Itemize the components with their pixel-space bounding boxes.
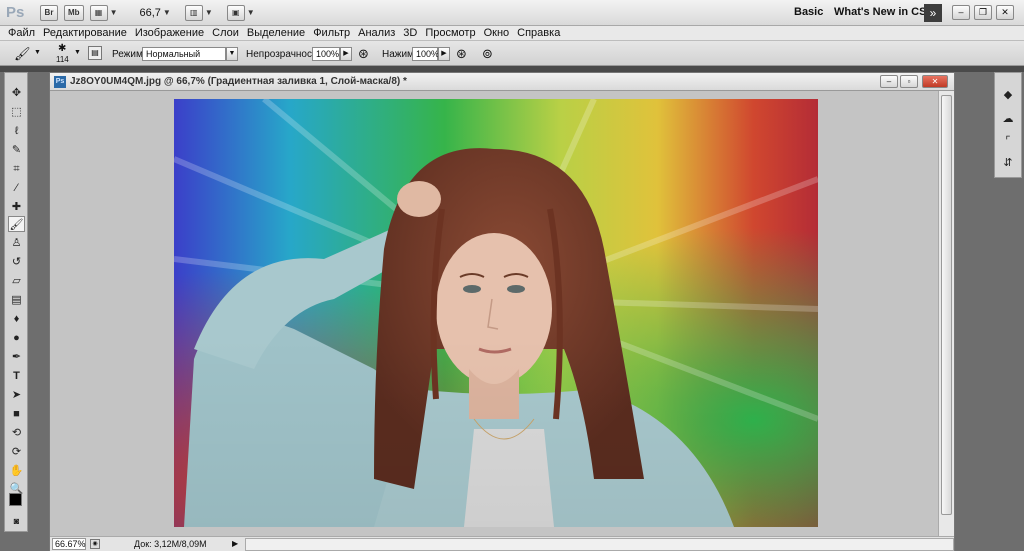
menu-3d[interactable]: 3D [403, 27, 417, 39]
move-tool-icon[interactable]: ✥ [8, 85, 25, 101]
brush-preview-icon[interactable]: ✱ [58, 43, 66, 54]
document-window: Ps Jz8OY0UM4QM.jpg @ 66,7% (Градиентная … [49, 72, 955, 551]
healing-tool-icon[interactable]: ✚ [8, 199, 25, 215]
status-doc-size: Док: 3,12M/8,09M [134, 539, 207, 549]
document-title-bar[interactable]: Ps Jz8OY0UM4QM.jpg @ 66,7% (Градиентная … [50, 73, 954, 91]
opacity-slider-arrow-icon[interactable]: ▶ [340, 47, 352, 61]
mini-bridge-button[interactable]: Mb [64, 4, 84, 21]
mode-label: Режим: [112, 49, 146, 60]
menu-select[interactable]: Выделение [247, 27, 305, 39]
menu-layers[interactable]: Слои [212, 27, 239, 39]
flow-input[interactable]: 100% [412, 47, 439, 61]
quick-select-tool-icon[interactable]: ✎ [8, 142, 25, 158]
tablet-pressure-size-icon[interactable]: ⊚ [482, 46, 493, 62]
marquee-tool-icon[interactable]: ⬚ [8, 104, 25, 120]
workspace-whats-new[interactable]: What's New in CS5 [834, 6, 933, 18]
menu-bar: Файл Редактирование Изображение Слои Выд… [0, 26, 1024, 40]
status-settings-icon[interactable]: ◉ [90, 539, 100, 549]
document-image [174, 99, 818, 527]
quick-mask-icon[interactable]: ◙ [8, 513, 25, 529]
document-title: Jz8OY0UM4QM.jpg @ 66,7% (Градиентная зал… [70, 76, 407, 87]
flow-slider-arrow-icon[interactable]: ▶ [438, 47, 450, 61]
path-select-tool-icon[interactable]: ➤ [8, 387, 25, 403]
blur-tool-icon[interactable]: ♦ [8, 311, 25, 327]
dodge-tool-icon[interactable]: ● [8, 330, 25, 346]
opacity-input[interactable]: 100% [312, 47, 340, 61]
menu-edit[interactable]: Редактирование [43, 27, 127, 39]
pen-tool-icon[interactable]: ✒ [8, 349, 25, 365]
doc-maximize-button[interactable]: ▫ [900, 75, 918, 88]
brush-panel-toggle-icon[interactable]: ▤ [88, 46, 102, 60]
document-ps-icon: Ps [54, 76, 66, 88]
restore-button[interactable]: ❐ [974, 5, 992, 20]
3d-camera-icon[interactable]: ⌜ [1000, 133, 1016, 149]
chevron-down-icon[interactable]: ▼ [74, 49, 81, 56]
tools-panel: ✥ ⬚ ℓ ✎ ⌗ ⁄ ✚ 🖌 ♙ ↺ ▱ ▤ ♦ ● ✒ T ➤ ■ ⟲ ⟳ … [4, 72, 28, 532]
brush-tool-icon[interactable]: 🖌 [8, 216, 25, 232]
zoom-level[interactable]: 66,7 [139, 7, 160, 19]
history-brush-tool-icon[interactable]: ↺ [8, 254, 25, 270]
chevron-down-icon[interactable]: ▼ [226, 47, 238, 61]
status-zoom-field[interactable]: 66.67% [52, 538, 86, 550]
chevron-down-icon[interactable]: ▼ [163, 8, 171, 17]
tablet-pressure-opacity-icon[interactable]: ⊛ [358, 46, 369, 62]
minimize-button[interactable]: – [952, 5, 970, 20]
right-panel-dock: ◆ ☁ ⌜ ⇵ [994, 72, 1022, 178]
screen-mode-button[interactable]: ▣ [226, 4, 245, 21]
chevron-down-icon[interactable]: ▼ [205, 8, 213, 17]
document-status-bar: 66.67% ◉ Док: 3,12M/8,09M ▶ [50, 536, 954, 551]
shape-tool-icon[interactable]: ■ [8, 406, 25, 422]
vertical-scrollbar[interactable] [938, 91, 954, 537]
chevron-down-icon[interactable]: ▼ [34, 49, 41, 56]
airbrush-icon[interactable]: ⊛ [456, 46, 467, 62]
menu-image[interactable]: Изображение [135, 27, 204, 39]
arrange-documents-button[interactable]: ▥ [184, 4, 203, 21]
options-bar: 🖌 ▼ ✱ 114 ▼ ▤ Режим: Нормальный ▼ Непроз… [0, 40, 1024, 66]
crop-tool-icon[interactable]: ⌗ [8, 161, 25, 177]
chevron-down-icon[interactable]: ▼ [247, 8, 255, 17]
brush-size-value: 114 [56, 55, 69, 64]
type-tool-icon[interactable]: T [8, 368, 25, 384]
brush-tool-preset-icon[interactable]: 🖌 [14, 46, 31, 62]
chevron-down-icon[interactable]: ▼ [110, 8, 118, 17]
3d-light-icon[interactable]: ☁ [1000, 111, 1016, 127]
foreground-color-swatch[interactable] [9, 493, 22, 506]
menu-view[interactable]: Просмотр [425, 27, 475, 39]
horizontal-scrollbar[interactable] [245, 538, 954, 551]
doc-minimize-button[interactable]: – [880, 75, 898, 88]
doc-close-button[interactable]: ✕ [922, 75, 948, 88]
menu-window[interactable]: Окно [484, 27, 510, 39]
lasso-tool-icon[interactable]: ℓ [8, 123, 25, 139]
vertical-scroll-thumb[interactable] [941, 95, 952, 515]
mode-select[interactable]: Нормальный [142, 47, 226, 61]
more-workspaces-button[interactable]: » [924, 4, 942, 22]
3d-panel-icon[interactable]: ◆ [1000, 87, 1016, 103]
view-extras-button[interactable]: ▦ [89, 4, 108, 21]
photoshop-logo: Ps [6, 3, 25, 21]
bridge-button[interactable]: Br [40, 4, 58, 21]
menu-help[interactable]: Справка [517, 27, 560, 39]
rainbow-portrait-image [174, 99, 818, 527]
3d-axis-icon[interactable]: ⇵ [1000, 155, 1016, 171]
3d-rotate-tool-icon[interactable]: ⟲ [8, 425, 25, 441]
close-button[interactable]: ✕ [996, 5, 1014, 20]
status-menu-arrow-icon[interactable]: ▶ [232, 539, 238, 548]
menu-analysis[interactable]: Анализ [358, 27, 395, 39]
menu-file[interactable]: Файл [8, 27, 35, 39]
eraser-tool-icon[interactable]: ▱ [8, 273, 25, 289]
menu-filter[interactable]: Фильтр [313, 27, 350, 39]
canvas-area[interactable] [50, 91, 938, 537]
eyedropper-tool-icon[interactable]: ⁄ [8, 180, 25, 196]
workspace-basic[interactable]: Basic [794, 6, 823, 18]
gradient-tool-icon[interactable]: ▤ [8, 292, 25, 308]
3d-orbit-tool-icon[interactable]: ⟳ [8, 444, 25, 460]
hand-tool-icon[interactable]: ✋ [8, 463, 25, 479]
stamp-tool-icon[interactable]: ♙ [8, 235, 25, 251]
